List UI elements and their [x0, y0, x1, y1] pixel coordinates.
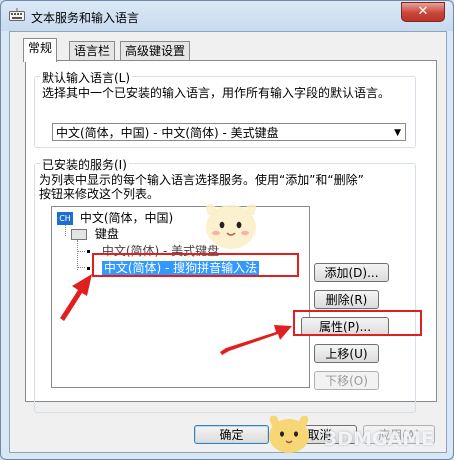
close-icon: ✕: [417, 4, 429, 19]
tree-item-keyboard-category[interactable]: 键盘: [71, 226, 119, 242]
tree-bullet: [87, 267, 90, 270]
installed-services-tree[interactable]: CH 中文(简体，中国) 键盘 中文(简体) - 美式键盘 中文(简体) - 搜…: [51, 206, 310, 388]
tab-language-bar[interactable]: 语言栏: [69, 41, 116, 61]
window-title: 文本服务和输入语言: [31, 11, 140, 25]
highlight-box-properties: [293, 310, 422, 336]
default-language-dropdown[interactable]: 中文(简体，中国) - 中文(简体) - 美式键盘 ▼: [52, 123, 406, 141]
tab-advanced-key-settings[interactable]: 高级键设置: [120, 41, 191, 61]
language-badge-icon: CH: [57, 212, 73, 225]
tree-item-language[interactable]: CH 中文(简体，中国): [57, 210, 173, 226]
mascot-icon: [206, 204, 256, 249]
keyboard-app-icon: [9, 8, 25, 21]
installed-services-description-line1: 为列表中显示的每个输入语言选择服务。使用“添加”和“删除”: [39, 173, 364, 187]
default-language-group-title: 默认输入语言(L): [40, 69, 133, 86]
title-bar: 文本服务和输入语言 ✕: [1, 1, 453, 31]
ok-button[interactable]: 确定: [194, 425, 269, 444]
move-down-button: 下移(O): [314, 371, 379, 390]
move-up-button[interactable]: 上移(U): [314, 344, 379, 363]
installed-services-description-line2: 按钮来修改这个列表。: [39, 187, 160, 201]
tab-general[interactable]: 常规: [23, 38, 58, 62]
installed-services-group-title: 已安装的服务(I): [40, 156, 129, 173]
tree-language-label: 中文(简体，中国): [79, 211, 174, 225]
default-language-value: 中文(简体，中国) - 中文(简体) - 美式键盘: [56, 126, 279, 140]
add-button[interactable]: 添加(D)...: [314, 263, 389, 282]
watermark-text: 3DMGAME: [324, 428, 435, 450]
tree-category-label: 键盘: [94, 227, 119, 241]
default-language-description: 选择其中一个已安装的输入语言，用作所有输入字段的默认语言。: [42, 86, 391, 100]
remove-button[interactable]: 删除(R): [314, 290, 379, 309]
highlight-box-sogou: [92, 253, 299, 277]
chevron-down-icon: ▼: [394, 128, 401, 138]
close-button[interactable]: ✕: [401, 2, 445, 22]
keyboard-icon: [71, 229, 87, 240]
tree-bullet: [87, 250, 90, 253]
watermark-mascot-icon: [269, 415, 309, 453]
